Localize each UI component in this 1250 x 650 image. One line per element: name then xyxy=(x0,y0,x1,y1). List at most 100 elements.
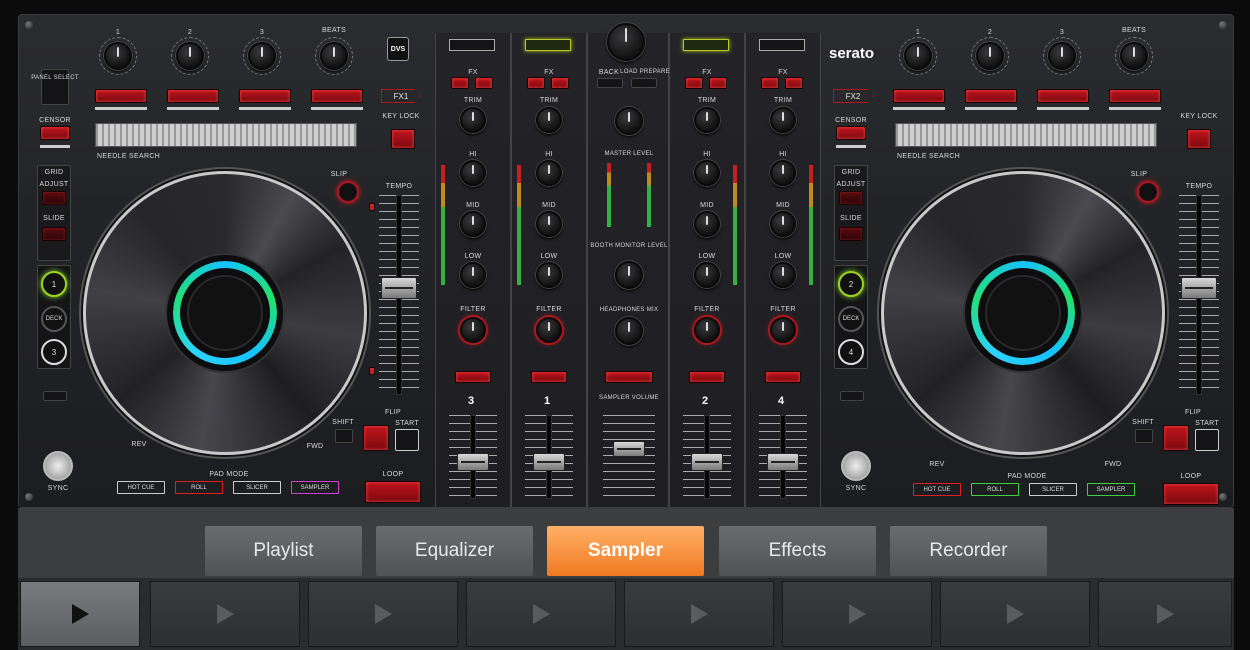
sampler-pad-8[interactable] xyxy=(1098,581,1232,647)
cue-button[interactable] xyxy=(689,371,725,383)
trim-knob[interactable] xyxy=(694,107,720,133)
input-select-2[interactable] xyxy=(683,39,729,51)
fx2-button-4[interactable] xyxy=(1109,89,1161,103)
deck-toggle-button[interactable]: DECK xyxy=(41,306,67,332)
cue-button[interactable] xyxy=(531,371,567,383)
pad-mode-hot-cue[interactable]: HOT CUE xyxy=(913,483,961,496)
key-lock-button[interactable] xyxy=(391,129,415,149)
input-select-3[interactable] xyxy=(449,39,495,51)
master-cue-button[interactable] xyxy=(605,371,653,383)
tab-equalizer[interactable]: Equalizer xyxy=(376,526,533,576)
censor-button[interactable] xyxy=(40,126,70,140)
sampler-pad-7[interactable] xyxy=(940,581,1090,647)
fx-assign-2[interactable] xyxy=(709,77,727,89)
eq-mid-knob[interactable] xyxy=(770,211,796,237)
fx1-beats-knob[interactable] xyxy=(320,42,348,70)
loop-button[interactable] xyxy=(365,481,421,503)
deck-toggle-button[interactable]: DECK xyxy=(838,306,864,332)
pad-mode-sampler[interactable]: SAMPLER xyxy=(291,481,339,494)
tempo-fader[interactable] xyxy=(381,277,417,299)
flip-button[interactable] xyxy=(1163,425,1189,451)
channel-fader-4[interactable] xyxy=(767,453,799,471)
sampler-volume-fader[interactable] xyxy=(613,441,645,457)
fx2-button-3[interactable] xyxy=(1037,89,1089,103)
eq-hi-knob[interactable] xyxy=(694,160,720,186)
small-button[interactable] xyxy=(840,391,864,401)
fx-assign-2[interactable] xyxy=(551,77,569,89)
deck-4-button[interactable]: 4 xyxy=(838,339,864,365)
tab-playlist[interactable]: Playlist xyxy=(205,526,362,576)
fx1-knob-3[interactable] xyxy=(248,42,276,70)
sampler-pad-6[interactable] xyxy=(782,581,932,647)
fx-assign-2[interactable] xyxy=(475,77,493,89)
pad-mode-sampler[interactable]: SAMPLER xyxy=(1087,483,1135,496)
deck-1-button[interactable]: 1 xyxy=(41,271,67,297)
needle-search-strip[interactable] xyxy=(95,123,357,147)
eq-low-knob[interactable] xyxy=(460,262,486,288)
filter-knob[interactable] xyxy=(770,317,796,343)
key-lock-button[interactable] xyxy=(1187,129,1211,149)
sampler-pad-4[interactable] xyxy=(466,581,616,647)
loop-button[interactable] xyxy=(1163,483,1219,505)
fx2-beats-knob[interactable] xyxy=(1120,42,1148,70)
eq-hi-knob[interactable] xyxy=(770,160,796,186)
fx1-button-4[interactable] xyxy=(311,89,363,103)
fx-assign-1[interactable] xyxy=(761,77,779,89)
sampler-pad-2[interactable] xyxy=(150,581,300,647)
deck-3-button[interactable]: 3 xyxy=(41,339,67,365)
channel-fader-2[interactable] xyxy=(691,453,723,471)
sync-button[interactable] xyxy=(841,451,871,481)
needle-search-strip[interactable] xyxy=(895,123,1157,147)
start-button[interactable] xyxy=(1195,429,1219,451)
small-button[interactable] xyxy=(43,391,67,401)
eq-mid-knob[interactable] xyxy=(460,211,486,237)
sampler-pad-1[interactable] xyxy=(20,581,140,647)
trim-knob[interactable] xyxy=(770,107,796,133)
start-button[interactable] xyxy=(395,429,419,451)
input-select-4[interactable] xyxy=(759,39,805,51)
fx1-knob-1[interactable] xyxy=(104,42,132,70)
browse-knob[interactable] xyxy=(607,23,645,61)
filter-knob[interactable] xyxy=(694,317,720,343)
eq-low-knob[interactable] xyxy=(770,262,796,288)
back-button[interactable] xyxy=(597,78,623,88)
eq-mid-knob[interactable] xyxy=(694,211,720,237)
pad-mode-hot-cue[interactable]: HOT CUE xyxy=(117,481,165,494)
channel-fader-3[interactable] xyxy=(457,453,489,471)
grid-slide-button[interactable] xyxy=(42,227,66,241)
fx2-knob-3[interactable] xyxy=(1048,42,1076,70)
pad-mode-roll[interactable]: ROLL xyxy=(175,481,223,494)
fx-assign-2[interactable] xyxy=(785,77,803,89)
fx1-button-1[interactable] xyxy=(95,89,147,103)
pad-mode-slicer[interactable]: SLICER xyxy=(233,481,281,494)
sampler-pad-5[interactable] xyxy=(624,581,774,647)
pad-mode-slicer[interactable]: SLICER xyxy=(1029,483,1077,496)
fx2-knob-2[interactable] xyxy=(976,42,1004,70)
censor-button[interactable] xyxy=(836,126,866,140)
input-select-1[interactable] xyxy=(525,39,571,51)
fx-assign-1[interactable] xyxy=(527,77,545,89)
tempo-fader[interactable] xyxy=(1181,277,1217,299)
trim-knob[interactable] xyxy=(536,107,562,133)
tab-sampler[interactable]: Sampler xyxy=(547,526,704,576)
fx1-button-3[interactable] xyxy=(239,89,291,103)
tab-recorder[interactable]: Recorder xyxy=(890,526,1047,576)
sync-button[interactable] xyxy=(43,451,73,481)
master-level-knob[interactable] xyxy=(615,107,643,135)
headphones-mix-knob[interactable] xyxy=(615,317,643,345)
cue-button[interactable] xyxy=(765,371,801,383)
eq-hi-knob[interactable] xyxy=(460,160,486,186)
sampler-pad-3[interactable] xyxy=(308,581,458,647)
load-prepare-button[interactable] xyxy=(631,78,657,88)
flip-button[interactable] xyxy=(363,425,389,451)
booth-level-knob[interactable] xyxy=(615,261,643,289)
filter-knob[interactable] xyxy=(536,317,562,343)
fx-assign-1[interactable] xyxy=(685,77,703,89)
slip-button[interactable] xyxy=(337,181,359,203)
eq-low-knob[interactable] xyxy=(536,262,562,288)
shift-button[interactable] xyxy=(335,429,353,443)
fx2-knob-1[interactable] xyxy=(904,42,932,70)
fx-assign-1[interactable] xyxy=(451,77,469,89)
eq-hi-knob[interactable] xyxy=(536,160,562,186)
trim-knob[interactable] xyxy=(460,107,486,133)
